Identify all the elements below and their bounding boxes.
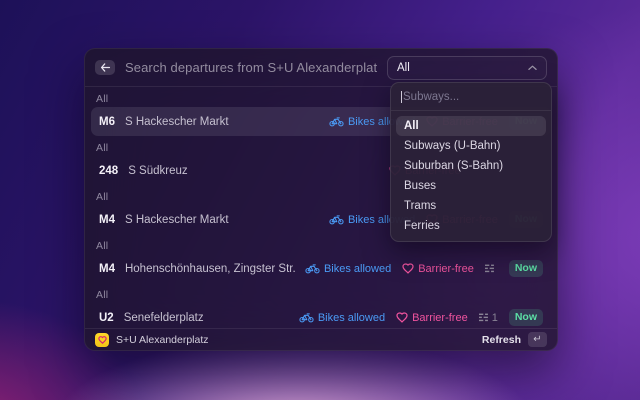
back-button[interactable]	[95, 60, 115, 75]
filter-dropdown-panel: Subways... All Subways (U-Bahn) Suburban…	[390, 82, 552, 242]
bike-icon	[299, 312, 314, 323]
launcher-window: Search departures from S+U Alexanderplat…	[84, 48, 558, 351]
option-suburban[interactable]: Suburban (S-Bahn)	[396, 156, 546, 176]
bike-icon	[329, 116, 344, 127]
option-subways[interactable]: Subways (U-Bahn)	[396, 136, 546, 156]
refresh-button[interactable]: Refresh	[482, 334, 521, 346]
heart-icon	[402, 263, 414, 274]
desktop: { "header": { "search_placeholder": "Sea…	[0, 0, 640, 400]
option-trams[interactable]: Trams	[396, 196, 546, 216]
bikes-allowed-badge: Bikes allowed	[299, 312, 385, 324]
search-input[interactable]: Search departures from S+U Alexanderplat…	[125, 60, 377, 75]
destination-label: S Südkreuz	[128, 165, 187, 177]
bike-icon	[329, 214, 344, 225]
filter-options: All Subways (U-Bahn) Suburban (S-Bahn) B…	[391, 111, 551, 241]
filter-search-input[interactable]: Subways...	[391, 83, 551, 111]
section-header: All	[85, 283, 557, 303]
destination-label: S Hackescher Markt	[125, 116, 229, 128]
destination-label: S Hackescher Markt	[125, 214, 229, 226]
option-buses[interactable]: Buses	[396, 176, 546, 196]
destination-label: Hohenschönhausen, Zingster Str.	[125, 263, 296, 275]
filter-selected-value: All	[397, 62, 410, 74]
bike-icon	[305, 263, 320, 274]
destination-label: Senefelderplatz	[124, 312, 204, 324]
line-badge: M4	[99, 214, 115, 226]
line-badge: U2	[99, 312, 114, 324]
line-badge: M4	[99, 263, 115, 275]
option-all[interactable]: All	[396, 116, 546, 136]
filter-dropdown[interactable]: All	[387, 56, 547, 80]
app-title: S+U Alexanderplatz	[116, 334, 475, 346]
departure-row-m4-hohenschoenhausen[interactable]: M4 Hohenschönhausen, Zingster Str. Bikes…	[91, 254, 551, 283]
platform-badge	[485, 264, 498, 273]
platform-icon	[485, 264, 495, 273]
barrier-free-badge: Barrier-free	[396, 312, 468, 324]
platform-badge: 1	[479, 312, 498, 324]
chevron-up-icon	[528, 65, 537, 71]
option-ferries[interactable]: Ferries	[396, 216, 546, 236]
enter-key-icon: ↵	[528, 332, 547, 347]
now-badge: Now	[509, 260, 543, 277]
action-bar: S+U Alexanderplatz Refresh ↵	[85, 328, 557, 350]
barrier-free-badge: Barrier-free	[402, 263, 474, 275]
app-heart-icon	[95, 333, 109, 347]
text-cursor	[401, 91, 402, 103]
line-badge: 248	[99, 165, 118, 177]
now-badge: Now	[509, 309, 543, 326]
platform-icon	[479, 313, 489, 322]
back-arrow-icon	[100, 63, 111, 72]
bikes-allowed-badge: Bikes allowed	[305, 263, 391, 275]
heart-icon	[396, 312, 408, 323]
line-badge: M6	[99, 116, 115, 128]
platform-number: 1	[492, 312, 498, 324]
